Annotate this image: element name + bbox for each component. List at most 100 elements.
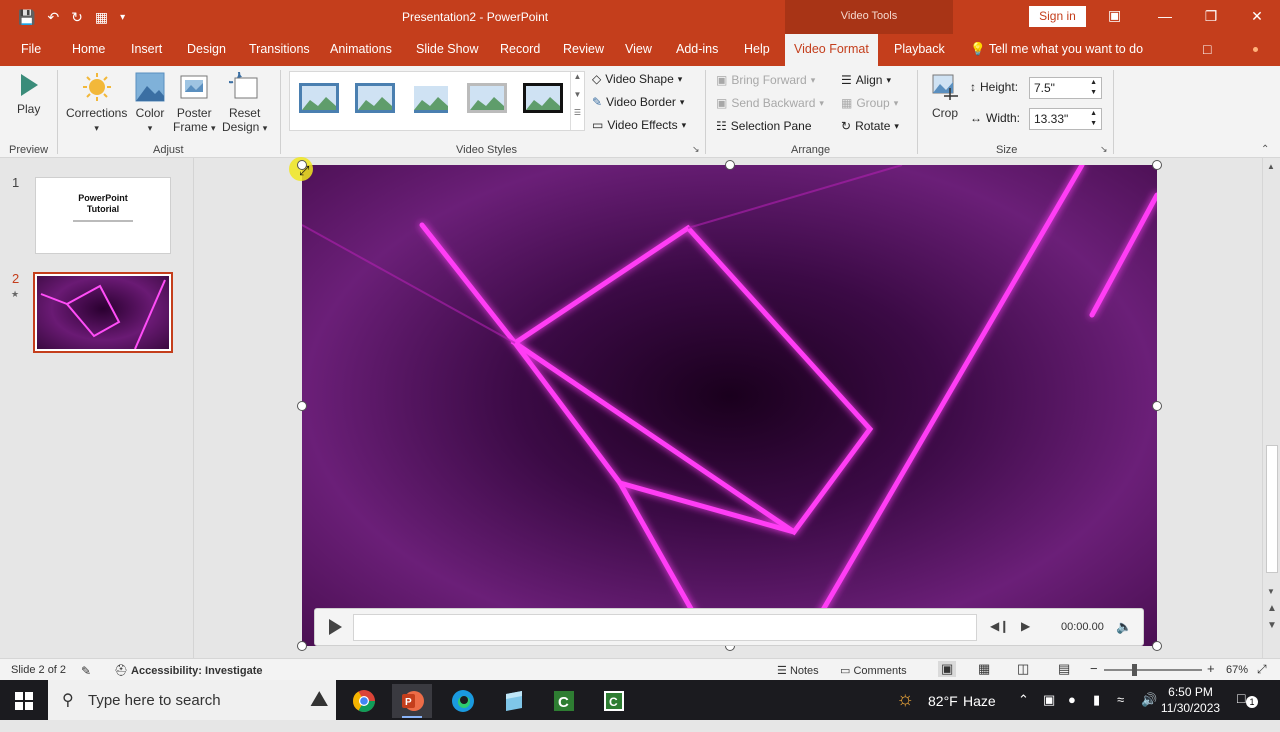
spelling-check-icon[interactable]: ✎ (81, 664, 91, 678)
resize-handle-right[interactable] (1152, 401, 1162, 411)
tab-video-format[interactable]: Video Format (785, 34, 878, 66)
video-frame[interactable] (302, 165, 1157, 646)
resize-handle-bottom-left[interactable] (297, 641, 307, 651)
volume-icon[interactable]: 🔈 (1116, 619, 1132, 635)
tab-review[interactable]: Review (563, 42, 604, 56)
present-icon[interactable]: ▦ (95, 9, 108, 26)
normal-view-icon[interactable]: ▣ (938, 661, 957, 677)
scroll-thumb[interactable] (1266, 445, 1278, 573)
customize-qat-icon[interactable]: ▾ (120, 12, 125, 23)
tab-home[interactable]: Home (72, 42, 105, 56)
notes-button[interactable]: ☰ Notes (777, 664, 819, 677)
camtasia-app-1[interactable]: C (544, 684, 584, 718)
speaker-icon[interactable]: 🔊 (1141, 692, 1157, 732)
reset-design-button[interactable]: Reset Design ▾ (222, 72, 267, 134)
tab-insert[interactable]: Insert (131, 42, 162, 56)
tab-file[interactable]: File (21, 42, 41, 56)
tab-playback[interactable]: Playback (894, 42, 945, 56)
zoom-out-icon[interactable]: − (1090, 661, 1098, 676)
comments-button[interactable]: ▭ Comments (840, 664, 907, 677)
video-timeline[interactable] (353, 614, 977, 641)
files-app[interactable] (494, 684, 534, 718)
corrections-button[interactable]: Corrections ▾ (66, 72, 127, 134)
collapse-ribbon-icon[interactable]: ⌃ (1261, 144, 1269, 155)
send-backward-button[interactable]: ▣ Send Backward ▾ (716, 96, 824, 110)
fit-to-window-icon[interactable]: ⤢ (1257, 662, 1267, 677)
rotate-button[interactable]: ↻ Rotate ▾ (841, 119, 899, 133)
redo-icon[interactable]: ↻ (71, 9, 83, 26)
taskbar-search[interactable]: ⚲ Type here to search ⛰ (48, 680, 336, 720)
tab-record[interactable]: Record (500, 42, 540, 56)
color-button[interactable]: Color ▾ (135, 72, 165, 134)
selection-pane-button[interactable]: ☷ Selection Pane (716, 119, 812, 133)
slide-sorter-icon[interactable]: ▦ (978, 661, 990, 677)
wifi-icon[interactable]: ≈ (1117, 692, 1124, 732)
zoom-level[interactable]: 67% (1226, 664, 1248, 676)
video-effects-button[interactable]: ▭ Video Effects ▾ (592, 118, 686, 132)
zoom-slider[interactable] (1104, 669, 1202, 671)
edge-app[interactable] (443, 684, 483, 718)
crop-button[interactable]: Crop (930, 72, 960, 120)
slide-thumbnail-1[interactable]: PowerPoint Tutorial (35, 177, 171, 254)
tray-overflow-icon[interactable]: ⌃ (1018, 692, 1029, 732)
clock[interactable]: 6:50 PM 11/30/2023 (1158, 680, 1223, 720)
tell-me-search[interactable]: 💡 Tell me what you want to do (970, 42, 1143, 57)
bring-forward-button[interactable]: ▣ Bring Forward ▾ (716, 73, 815, 87)
width-spin-icon[interactable]: ▲ ▼ (1090, 109, 1097, 129)
reading-view-icon[interactable]: ◫ (1017, 661, 1029, 677)
scroll-up-icon[interactable]: ▲ (1267, 162, 1275, 171)
width-field[interactable]: 13.33" ▲ ▼ (1029, 108, 1102, 130)
undo-icon[interactable]: ↶ (47, 9, 59, 26)
meet-now-icon[interactable]: ▣ (1043, 692, 1055, 732)
next-slide-icon[interactable]: ▼ (1267, 620, 1277, 631)
group-button[interactable]: ▦ Group ▾ (841, 96, 898, 110)
tab-help[interactable]: Help (744, 42, 770, 56)
video-style-thumb-5[interactable] (522, 82, 564, 114)
size-launcher-icon[interactable]: ↘ (1100, 144, 1108, 155)
tab-view[interactable]: View (625, 42, 652, 56)
accessibility-status[interactable]: ⛑ Accessibility: Investigate (114, 664, 262, 677)
chrome-app[interactable] (344, 684, 384, 718)
height-field[interactable]: 7.5" ▲ ▼ (1029, 77, 1102, 99)
comments-icon[interactable]: □ (1203, 41, 1211, 57)
vertical-scrollbar[interactable]: ▲ ▼ ▲ ▼ (1262, 158, 1280, 658)
align-button[interactable]: ☰ Align ▾ (841, 73, 891, 87)
minimize-icon[interactable]: — (1142, 0, 1188, 34)
windows-start-icon[interactable] (15, 692, 33, 710)
tab-add-ins[interactable]: Add-ins (676, 42, 718, 56)
notification-center-icon[interactable]: □ 1 (1237, 690, 1258, 730)
ribbon-display-options-icon[interactable]: ▣ (1108, 7, 1121, 24)
resize-handle-top-left[interactable] (297, 160, 307, 170)
zoom-in-icon[interactable]: + (1207, 661, 1215, 676)
scroll-down-icon[interactable]: ▼ (1267, 587, 1275, 596)
resize-handle-left[interactable] (297, 401, 307, 411)
previous-slide-icon[interactable]: ▲ (1267, 603, 1277, 614)
microphone-icon[interactable]: ● (1068, 692, 1076, 732)
resize-handle-top[interactable] (725, 160, 735, 170)
battery-icon[interactable]: ▮ (1093, 692, 1100, 732)
tab-animations[interactable]: Animations (330, 42, 392, 56)
video-style-thumb-2[interactable] (354, 82, 396, 114)
step-back-icon[interactable]: ◀❙ (990, 619, 1009, 633)
video-style-thumb-4[interactable] (466, 82, 508, 114)
save-icon[interactable]: 💾 (18, 9, 35, 26)
camtasia-app-2[interactable]: C (594, 684, 634, 718)
resize-handle-top-right[interactable] (1152, 160, 1162, 170)
sign-in-button[interactable]: Sign in (1029, 6, 1086, 27)
slide-thumbnail-2[interactable] (33, 272, 173, 353)
play-button[interactable]: Play (17, 72, 40, 116)
video-shape-button[interactable]: ◇ Video Shape ▾ (592, 72, 682, 86)
video-style-thumb-3[interactable] (410, 82, 452, 114)
height-spin-icon[interactable]: ▲ ▼ (1090, 78, 1097, 98)
zoom-slider-knob[interactable] (1132, 664, 1137, 676)
video-styles-launcher-icon[interactable]: ↘ (692, 144, 700, 155)
powerpoint-app[interactable]: P (392, 684, 432, 718)
video-play-icon[interactable] (329, 619, 342, 635)
slide-show-view-icon[interactable]: ▤ (1058, 661, 1070, 677)
video-border-button[interactable]: ✎ Video Border ▾ (592, 95, 684, 109)
tab-design[interactable]: Design (187, 42, 226, 56)
resize-handle-bottom-right[interactable] (1152, 641, 1162, 651)
video-style-thumb-1[interactable] (298, 82, 340, 114)
restore-icon[interactable]: ❐ (1188, 0, 1234, 34)
gallery-scroll[interactable]: ▲ ▼ ☰ (570, 72, 584, 130)
